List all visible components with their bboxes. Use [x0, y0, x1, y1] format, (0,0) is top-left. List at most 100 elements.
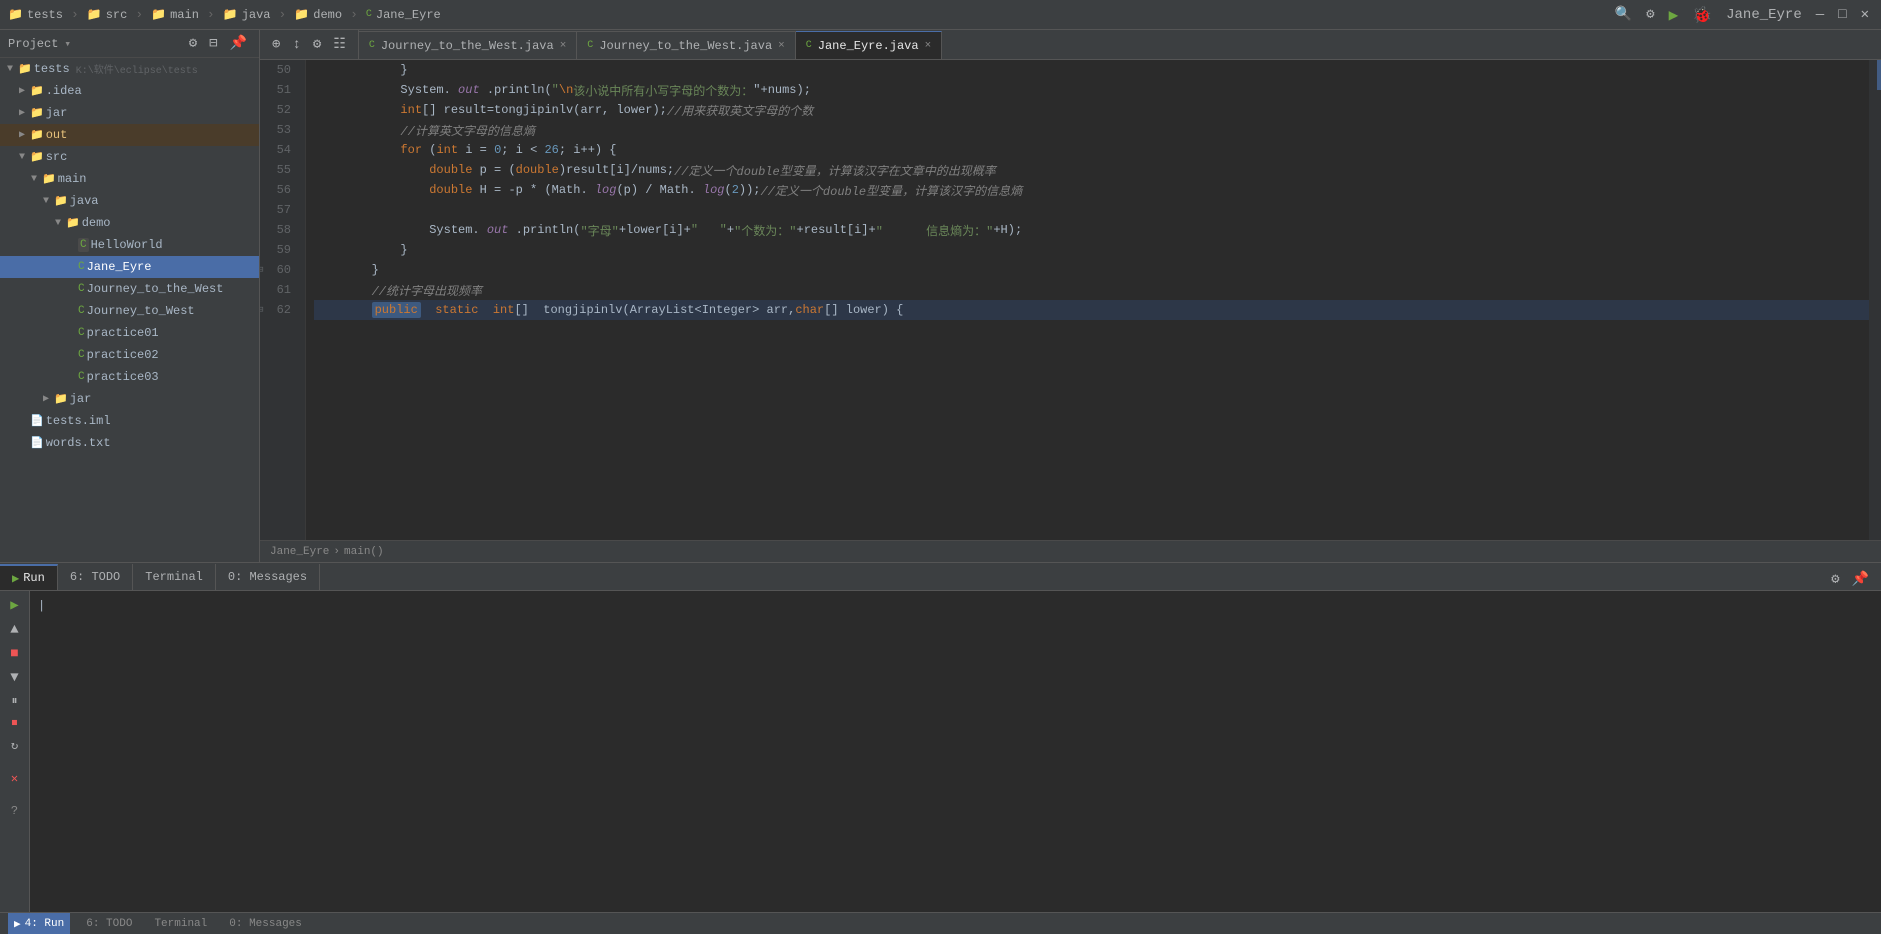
run-output[interactable]: |: [30, 591, 1881, 912]
tree-item-out[interactable]: ▶ 📁 out: [0, 124, 259, 146]
java-folder-icon: 📁: [54, 194, 68, 208]
breadcrumb-main[interactable]: 📁 main: [151, 7, 199, 22]
run-button[interactable]: ▶: [1665, 3, 1683, 27]
breadcrumb-tests[interactable]: 📁 tests: [8, 7, 63, 22]
code-line-57: [314, 200, 1869, 220]
breadcrumb-src[interactable]: 📁 src: [87, 7, 128, 22]
bottom-tab-todo[interactable]: 6: TODO: [58, 564, 133, 590]
root-folder-icon: 📁: [18, 62, 32, 76]
tree-item-java[interactable]: ▼ 📁 java: [0, 190, 259, 212]
run-cursor-area: |: [30, 591, 1881, 621]
code-line-60: }: [314, 260, 1869, 280]
tree-item-practice01[interactable]: C practice01: [0, 322, 259, 344]
bottom-settings-icon[interactable]: ⚙: [1827, 569, 1843, 590]
window-maximize[interactable]: □: [1834, 5, 1850, 25]
top-bar: 📁 tests › 📁 src › 📁 main › 📁 java › 📁 de…: [0, 0, 1881, 30]
tab-tool-icon4[interactable]: ☷: [329, 34, 350, 55]
tab1-close[interactable]: ×: [560, 40, 567, 52]
tabs-bar: ⊕ ↕ ⚙ ☷ C Journey_to_the_West.java × C J…: [260, 30, 1881, 60]
sidebar-collapse-icon[interactable]: ⊟: [205, 33, 221, 54]
bottom-pin-icon[interactable]: 📌: [1848, 569, 1873, 590]
tab-journey2[interactable]: C Journey_to_the_West.java ×: [577, 31, 795, 59]
status-run-icon: ▶: [14, 917, 21, 931]
tab2-close[interactable]: ×: [778, 40, 785, 52]
top-bar-right: 🔍 ⚙ ▶ 🐞 Jane_Eyre — □ ✕: [1611, 3, 1873, 27]
run-restart[interactable]: ↻: [7, 736, 22, 755]
run-help[interactable]: ?: [7, 802, 22, 820]
code-line-52: int[] result=tongjipinlv(arr, lower);//用…: [314, 100, 1869, 120]
jar2-folder-icon: 📁: [54, 392, 68, 406]
bottom-tab-messages[interactable]: 0: Messages: [216, 564, 320, 590]
tree-item-journey-west-full[interactable]: C Journey_to_the_West: [0, 278, 259, 300]
scroll-marker1: [1877, 60, 1881, 90]
folder-icon-src: 📁: [87, 7, 102, 22]
jane-eyre-java-icon: C: [78, 261, 85, 273]
status-messages-tab[interactable]: 0: Messages: [223, 913, 308, 934]
search-everywhere-icon[interactable]: 🔍: [1611, 4, 1636, 25]
run-play-button[interactable]: ▶: [6, 595, 22, 616]
tree-item-jar[interactable]: ▶ 📁 jar: [0, 102, 259, 124]
settings-icon[interactable]: ⚙: [1642, 4, 1658, 25]
window-minimize[interactable]: —: [1812, 5, 1828, 25]
run-clear[interactable]: ✕: [7, 769, 22, 788]
status-todo-tab[interactable]: 6: TODO: [80, 913, 138, 934]
bottom-tools: ⚙ 📌: [1827, 569, 1881, 590]
code-line-54: for (int i = 0; i < 26; i++) {: [314, 140, 1869, 160]
folder-icon-demo: 📁: [294, 7, 309, 22]
window-close[interactable]: ✕: [1857, 4, 1873, 25]
run-down[interactable]: ▼: [6, 668, 22, 688]
status-terminal-tab[interactable]: Terminal: [148, 913, 213, 934]
journey-west-full-java-icon: C: [78, 283, 85, 295]
sidebar-settings-icon[interactable]: ⚙: [185, 33, 201, 54]
code-line-50: }: [314, 60, 1869, 80]
sidebar-tools: ⚙ ⊟ 📌: [185, 33, 251, 54]
code-line-56: double H = -p * (Math. log(p) / Math. lo…: [314, 180, 1869, 200]
status-run-tab[interactable]: ▶ 4: Run: [8, 913, 70, 934]
folder-icon-tests: 📁: [8, 7, 23, 22]
run-cursor: |: [38, 599, 45, 613]
run-stop-up[interactable]: ▲: [6, 620, 22, 640]
bottom-tab-terminal[interactable]: Terminal: [133, 564, 216, 590]
run-toolbar: ▶ ▲ ■ ▼ ⏸ ⏹ ↻ ✕ ?: [0, 591, 30, 912]
run-terminate[interactable]: ⏹: [7, 714, 21, 732]
tab3-close[interactable]: ×: [925, 40, 932, 52]
code-line-59: }: [314, 240, 1869, 260]
jar-folder-icon: 📁: [30, 106, 44, 120]
tab-journey1[interactable]: C Journey_to_the_West.java ×: [359, 31, 577, 59]
tree-item-journey-west[interactable]: C Journey_to_West: [0, 300, 259, 322]
tab-tool-icon2[interactable]: ↕: [288, 35, 304, 55]
tree-item-words-txt[interactable]: 📄 words.txt: [0, 432, 259, 454]
breadcrumb-file[interactable]: C Jane_Eyre: [366, 8, 441, 22]
tab-tool-icon1[interactable]: ⊕: [268, 34, 284, 55]
out-folder-icon: 📁: [30, 128, 44, 142]
tree-item-idea[interactable]: ▶ 📁 .idea: [0, 80, 259, 102]
tree-item-demo[interactable]: ▼ 📁 demo: [0, 212, 259, 234]
code-editor[interactable]: 50 51 52 53 54 55 56 57 58 59 ⊟60 61 ⊟62…: [260, 60, 1881, 540]
breadcrumb-demo[interactable]: 📁 demo: [294, 7, 342, 22]
practice03-java-icon: C: [78, 371, 85, 383]
breadcrumb-java[interactable]: 📁 java: [223, 7, 271, 22]
tab3-java-icon: C: [806, 40, 812, 51]
tab-jane-eyre[interactable]: C Jane_Eyre.java ×: [796, 31, 942, 59]
code-content[interactable]: } System. out .println("\n该小说中所有小写字母的个数为…: [306, 60, 1869, 540]
tree-item-main[interactable]: ▼ 📁 main: [0, 168, 259, 190]
words-txt-icon: 📄: [30, 436, 44, 450]
run-stop-button[interactable]: ■: [6, 644, 22, 664]
tab-tool-icon3[interactable]: ⚙: [309, 34, 325, 55]
sidebar-header: Project ▾ ⚙ ⊟ 📌: [0, 30, 259, 58]
tree-item-practice03[interactable]: C practice03: [0, 366, 259, 388]
tree-root[interactable]: ▼ 📁 tests K:\软件\eclipse\tests: [0, 58, 259, 80]
tree-item-jar2[interactable]: ▶ 📁 jar: [0, 388, 259, 410]
sidebar-pin-icon[interactable]: 📌: [226, 33, 251, 54]
tree-item-helloworld[interactable]: C HelloWorld: [0, 234, 259, 256]
main-folder-icon: 📁: [42, 172, 56, 186]
project-sidebar: Project ▾ ⚙ ⊟ 📌 ▼ 📁 tests K:\软件\eclipse\…: [0, 30, 260, 562]
bottom-tab-run[interactable]: ▶ Run: [0, 564, 58, 590]
debug-button[interactable]: 🐞: [1688, 3, 1716, 27]
tree-item-practice02[interactable]: C practice02: [0, 344, 259, 366]
tree-item-tests-iml[interactable]: 📄 tests.iml: [0, 410, 259, 432]
tree-item-jane-eyre[interactable]: C Jane_Eyre: [0, 256, 259, 278]
tree-item-src[interactable]: ▼ 📁 src: [0, 146, 259, 168]
run-rerun[interactable]: ⏸: [7, 692, 21, 710]
tab-tools: ⊕ ↕ ⚙ ☷: [260, 30, 359, 59]
